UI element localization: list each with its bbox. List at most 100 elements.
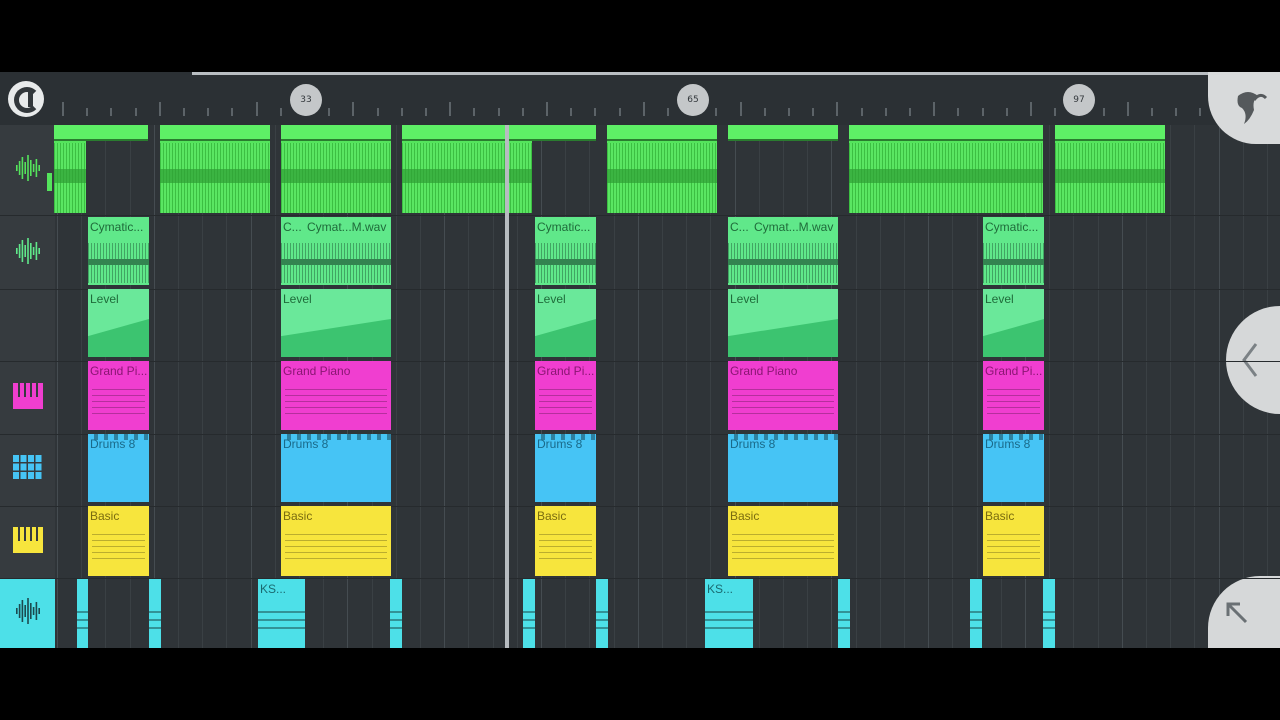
piano-clip[interactable]: Grand Pi...: [983, 361, 1044, 430]
piano-clip[interactable]: Grand Piano: [281, 361, 391, 430]
playhead[interactable]: [505, 125, 509, 648]
cym-clip[interactable]: Cymatic...: [88, 217, 149, 285]
piano-clip[interactable]: Grand Piano: [728, 361, 838, 430]
level-clip[interactable]: Level: [728, 289, 838, 357]
basic-clip[interactable]: Basic: [88, 506, 149, 576]
automation-track-header[interactable]: [0, 289, 55, 361]
cym-wav: [88, 243, 149, 283]
level-clip[interactable]: Level: [535, 289, 596, 357]
ks-clip[interactable]: KS...: [258, 579, 305, 648]
audio-green-clip-header[interactable]: [86, 125, 148, 141]
drums-clip[interactable]: Drums 8: [983, 434, 1044, 502]
ruler-tick: [1175, 108, 1178, 116]
ruler-tick: [546, 102, 548, 116]
ks-arrows: [523, 609, 535, 629]
level-clip[interactable]: Level: [88, 289, 149, 357]
clip-label: Cymatic...: [985, 220, 1039, 234]
grid-line: [1218, 125, 1220, 648]
ruler-tick: [957, 108, 960, 116]
bar-marker[interactable]: 33: [290, 84, 322, 116]
track-selection-indicator: [47, 173, 52, 191]
piano-clip[interactable]: Grand Pi...: [88, 361, 149, 430]
waveform-icon: [14, 597, 42, 629]
grid-line: [1049, 125, 1051, 648]
clip-label: Level: [537, 292, 566, 306]
audio-green-clip-header[interactable]: [728, 125, 838, 141]
clip-label: Drums 8: [537, 437, 583, 451]
cym-clip[interactable]: C... Cymat...M.wav: [281, 217, 391, 285]
ks-clip[interactable]: [390, 579, 402, 648]
audio-green-clip[interactable]: [1055, 125, 1165, 213]
cym-clip[interactable]: Cymatic...: [983, 217, 1044, 285]
cym-clip[interactable]: Cymatic...: [535, 217, 596, 285]
piano-clip[interactable]: Grand Pi...: [535, 361, 596, 430]
grid-line: [1194, 125, 1196, 648]
ruler-tick: [594, 108, 597, 116]
ruler-tick: [570, 108, 573, 116]
audio-green-clip[interactable]: [160, 125, 270, 213]
audio-track-header[interactable]: [0, 125, 55, 215]
audio-green-clip-header[interactable]: [530, 125, 596, 141]
ks-clip[interactable]: [838, 579, 850, 648]
level-clip[interactable]: Level: [983, 289, 1044, 357]
timeline-ruler[interactable]: 33 65 97: [0, 72, 1280, 125]
ks-clip[interactable]: [970, 579, 982, 648]
clip-label: Basic: [730, 509, 760, 523]
level-clip[interactable]: Level: [281, 289, 391, 357]
clip-label: Grand Piano: [283, 364, 351, 378]
ks-clip[interactable]: [1043, 579, 1055, 648]
audio-green-clip[interactable]: [54, 125, 86, 213]
ruler-tick: [1030, 102, 1032, 116]
drums-track-header[interactable]: [0, 434, 55, 506]
ks-clip[interactable]: [596, 579, 608, 648]
audio-green-wf: [607, 143, 717, 213]
audio-green-clip[interactable]: [849, 125, 1043, 213]
basic-clip[interactable]: Basic: [983, 506, 1044, 576]
grid-line: [153, 125, 155, 648]
ks-clip[interactable]: [77, 579, 88, 648]
basic-clip[interactable]: Basic: [535, 506, 596, 576]
track-separator: [0, 289, 1280, 290]
ks-arrows: [258, 609, 305, 629]
grid-line: [1170, 125, 1172, 648]
track-separator: [0, 578, 1280, 579]
ks-arrows: [390, 609, 402, 629]
ruler-tick: [376, 108, 379, 116]
audio-green-clip[interactable]: [607, 125, 717, 213]
playlist-window: 33 65 97 Cymatic... C... Cymat...M.wav Cymati…: [0, 72, 1280, 648]
level-ramp: [983, 319, 1044, 357]
ks-track-header[interactable]: [0, 578, 55, 648]
audio-green-hdr: [281, 125, 391, 141]
level-ramp: [728, 319, 838, 357]
basic-clip[interactable]: Basic: [728, 506, 838, 576]
ks-clip[interactable]: KS...: [705, 579, 753, 648]
audio-green-clip[interactable]: [281, 125, 391, 213]
scroll-position-bar[interactable]: [192, 72, 1212, 75]
ks-arrows: [77, 609, 88, 629]
fl-logo-icon[interactable]: [8, 81, 44, 117]
audio-green-hdr: [1055, 125, 1165, 141]
cym-clip[interactable]: C... Cymat...M.wav: [728, 217, 838, 285]
audio-track-2-header[interactable]: [0, 217, 55, 289]
drums-clip[interactable]: Drums 8: [88, 434, 149, 502]
clip-label: Level: [985, 292, 1014, 306]
audio-green-hdr: [160, 125, 270, 141]
bar-marker[interactable]: 97: [1063, 84, 1095, 116]
bar-marker[interactable]: 65: [677, 84, 709, 116]
ks-clip[interactable]: [523, 579, 535, 648]
arrow-up-left-icon[interactable]: [1208, 576, 1280, 648]
fruit-menu-icon[interactable]: [1208, 72, 1280, 144]
clip-label: Grand Pi...: [985, 364, 1043, 378]
basic-track-header[interactable]: [0, 506, 55, 578]
clip-label: Cymat...M.wav: [754, 220, 834, 234]
chevron-left-icon[interactable]: [1226, 306, 1280, 414]
clip-label: Basic: [985, 509, 1015, 523]
drums-clip[interactable]: Drums 8: [728, 434, 838, 502]
ks-clip[interactable]: [149, 579, 161, 648]
drums-clip[interactable]: Drums 8: [281, 434, 391, 502]
audio-green-clip[interactable]: [402, 125, 532, 213]
drums-clip[interactable]: Drums 8: [535, 434, 596, 502]
grand-piano-track-header[interactable]: [0, 361, 55, 434]
basic-clip[interactable]: Basic: [281, 506, 391, 576]
ruler-tick: [739, 102, 742, 116]
